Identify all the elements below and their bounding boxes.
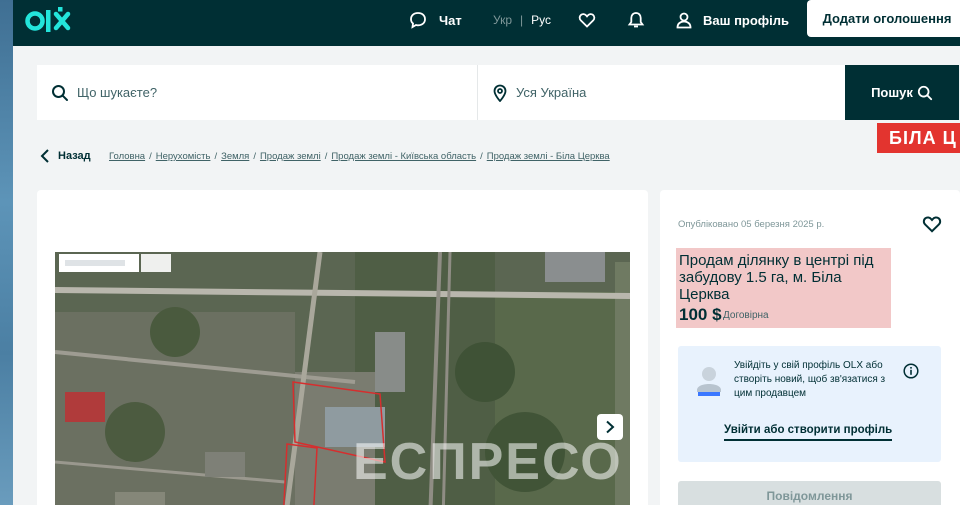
promo-banner[interactable]: БІЛА Ц xyxy=(877,123,960,153)
user-icon xyxy=(676,12,692,29)
search-button-label: Пошук xyxy=(871,85,913,100)
page: Чат Укр | Рус Ваш профіль Додати оголоше… xyxy=(13,0,960,505)
info-icon[interactable] xyxy=(903,363,919,379)
breadcrumb-separator: / xyxy=(480,151,483,162)
login-prompt: Увійдіть у свій профіль OLX або створіть… xyxy=(678,346,941,462)
lang-separator: | xyxy=(520,13,524,27)
heart-icon xyxy=(578,13,596,28)
location-value: Уся Україна xyxy=(516,85,587,100)
notifications-link[interactable] xyxy=(627,0,645,40)
top-header: Чат Укр | Рус Ваш профіль Додати оголоше… xyxy=(13,0,960,46)
login-link[interactable]: Увійти або створити профіль xyxy=(724,424,893,441)
price-negotiable: Договірна xyxy=(723,310,769,321)
listing-price: 100 $ xyxy=(679,305,722,324)
breadcrumb-item[interactable]: Продаж землі - Київська область xyxy=(331,151,476,162)
lang-rus[interactable]: Рус xyxy=(531,13,551,27)
chat-link[interactable]: Чат xyxy=(409,0,462,40)
breadcrumb-separator: / xyxy=(253,151,256,162)
search-input[interactable]: Що шукаєте? xyxy=(37,65,477,120)
favorite-button[interactable] xyxy=(922,214,942,239)
search-bar: Що шукаєте? Уся Україна Пошук xyxy=(37,65,959,120)
title-highlight: Продам ділянку в центрі під забудову 1.5… xyxy=(676,248,891,328)
location-pin-icon xyxy=(493,84,507,102)
listing-info-card: Опубліковано 05 березня 2025 р. Продам д… xyxy=(660,190,960,505)
watermark: ЕСПРЕСО xyxy=(353,433,623,491)
favorites-link[interactable] xyxy=(578,0,596,40)
back-label: Назад xyxy=(58,150,91,162)
lang-ukr[interactable]: Укр xyxy=(493,13,512,27)
search-button[interactable]: Пошук xyxy=(845,65,959,120)
published-date: Опубліковано 05 березня 2025 р. xyxy=(678,219,825,230)
breadcrumb-item[interactable]: Нерухомість xyxy=(156,151,211,162)
message-button[interactable]: Повідомлення xyxy=(678,481,941,505)
search-placeholder: Що шукаєте? xyxy=(77,85,158,100)
breadcrumb-item[interactable]: Головна xyxy=(109,151,145,162)
add-listing-button[interactable]: Додати оголошення xyxy=(807,0,960,37)
search-icon xyxy=(52,84,68,101)
language-switch: Укр | Рус xyxy=(493,0,551,40)
breadcrumb-item[interactable]: Земля xyxy=(221,151,249,162)
back-button[interactable]: Назад xyxy=(40,148,91,164)
breadcrumb-separator: / xyxy=(149,151,152,162)
bell-icon xyxy=(627,12,645,28)
chevron-left-icon xyxy=(40,149,49,163)
search-icon xyxy=(917,85,933,100)
user-avatar-illustration-icon xyxy=(697,367,721,396)
background-strip xyxy=(0,0,13,505)
profile-label: Ваш профіль xyxy=(703,12,790,28)
chat-label: Чат xyxy=(439,12,462,28)
breadcrumb-separator: / xyxy=(214,151,218,162)
breadcrumb-separator: / xyxy=(324,151,328,162)
chat-icon xyxy=(410,12,426,29)
heart-icon xyxy=(922,216,942,233)
profile-link[interactable]: Ваш профіль xyxy=(675,0,789,40)
breadcrumb-item[interactable]: Продаж землі xyxy=(260,151,321,162)
breadcrumb: Головна / Нерухомість / Земля / Продаж з… xyxy=(109,151,610,162)
location-input[interactable]: Уся Україна xyxy=(478,65,845,120)
listing-title: Продам ділянку в центрі під забудову 1.5… xyxy=(679,252,874,303)
olx-logo[interactable] xyxy=(25,4,85,38)
login-prompt-text: Увійдіть у свій профіль OLX або створіть… xyxy=(734,360,886,399)
breadcrumb-item[interactable]: Продаж землі - Біла Церква xyxy=(487,151,610,162)
